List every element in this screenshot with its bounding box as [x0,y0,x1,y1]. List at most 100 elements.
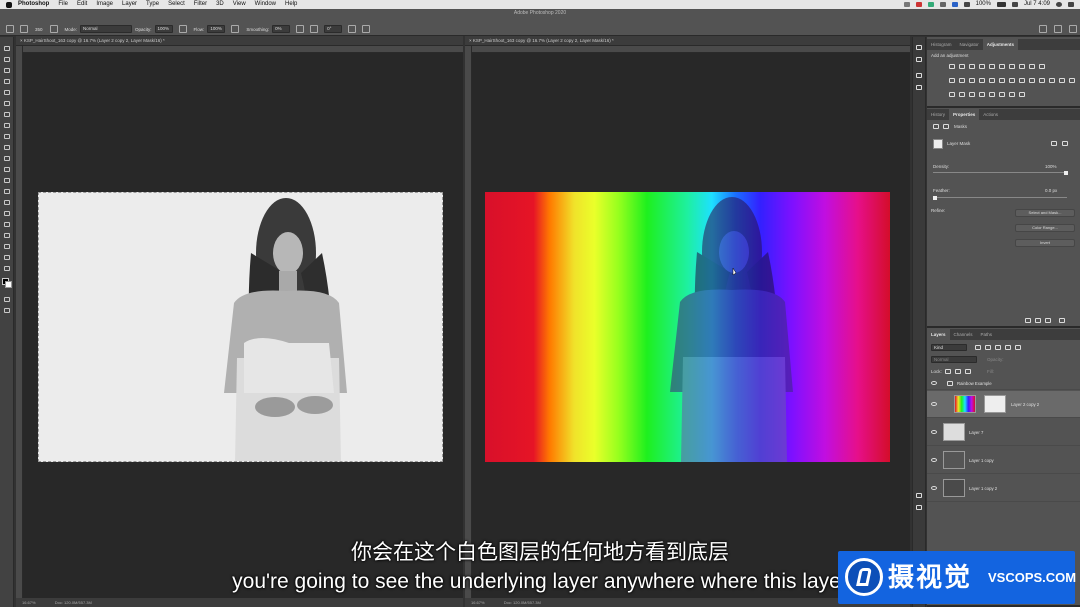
menu-view[interactable]: View [233,0,246,9]
stamp-tool-icon[interactable] [3,133,11,140]
density-slider-thumb[interactable] [1064,171,1068,175]
move-tool-icon[interactable] [3,45,11,52]
select-pixel-mask-icon[interactable] [1051,141,1057,146]
flow-field[interactable]: 100% [207,25,226,33]
dodge-tool-icon[interactable] [3,188,11,195]
menu-window[interactable]: Window [255,0,276,9]
adjustment-icon[interactable] [969,92,975,97]
menu-layer[interactable]: Layer [122,0,137,9]
crop-tool-icon[interactable] [3,89,11,96]
tab-properties[interactable]: Properties [949,109,980,120]
menu-file[interactable]: File [58,0,68,9]
adjustment-icon[interactable] [999,64,1005,69]
panel-icon[interactable] [916,493,922,498]
document-tab-right[interactable]: × KSP_HairShoot_163 copy @ 16.7% (Layer … [465,36,910,46]
panel-icon[interactable] [916,73,922,78]
invert-button[interactable]: Invert [1015,239,1075,247]
apply-mask-icon[interactable] [1035,318,1041,323]
brush-settings-icon[interactable] [49,25,58,33]
folder-icon[interactable] [947,381,953,386]
control-center-icon[interactable] [1068,2,1074,7]
adjustment-icon[interactable] [969,64,975,69]
menu-image[interactable]: Image [96,0,113,9]
adjustment-icon[interactable] [1009,78,1015,83]
path-select-tool-icon[interactable] [3,221,11,228]
close-icon[interactable]: × [20,38,23,43]
adjustment-icon[interactable] [949,64,955,69]
brush-tool-icon[interactable] [20,25,28,33]
vector-mask-icon[interactable] [943,124,949,129]
adjustment-icon[interactable] [1019,78,1025,83]
layer-row-selected[interactable]: Layer 2 copy 2 [927,391,1080,418]
lock-all-icon[interactable] [965,369,971,374]
adjustment-icon[interactable] [1049,78,1055,83]
adjustment-icon[interactable] [979,78,985,83]
visibility-eye-icon[interactable] [931,486,937,490]
adjustment-icon[interactable] [959,78,965,83]
shape-tool-icon[interactable] [3,232,11,239]
search-icon[interactable] [1039,25,1047,33]
adjustment-icon[interactable] [1019,64,1025,69]
adjustment-icon[interactable] [969,78,975,83]
visibility-eye-icon[interactable] [931,381,937,385]
menu-edit[interactable]: Edit [77,0,87,9]
blend-mode-select[interactable]: Normal [931,356,977,363]
pressure-size-icon[interactable] [348,25,357,33]
filter-smart-icon[interactable] [1015,345,1021,350]
hand-tool-icon[interactable] [3,243,11,250]
pressure-opacity-icon[interactable] [178,25,187,33]
tab-channels[interactable]: Channels [950,329,977,340]
eraser-tool-icon[interactable] [3,155,11,162]
share-icon[interactable] [1069,25,1077,33]
adjustment-icon[interactable] [999,92,1005,97]
brush-tool-icon[interactable] [3,122,11,129]
adjustment-icon[interactable] [979,92,985,97]
smoothing-gear-icon[interactable] [296,25,305,33]
close-icon[interactable]: × [469,38,472,43]
adjustment-icon[interactable] [989,64,995,69]
status-icon[interactable] [915,2,922,7]
adjustment-icon[interactable] [1039,78,1045,83]
adjustment-icon[interactable] [1029,64,1035,69]
adjustment-icon[interactable] [989,92,995,97]
layer-thumbnail[interactable] [954,395,976,413]
layer-row[interactable]: Layer 7 [927,419,1080,446]
zoom-readout[interactable]: 16.67% [22,600,36,605]
layer-row[interactable]: Layer 1 copy [927,447,1080,474]
more-tools-icon[interactable] [3,265,11,272]
angle-icon[interactable] [310,25,319,33]
home-icon[interactable] [6,25,14,33]
filter-shape-icon[interactable] [1005,345,1011,350]
menu-3d[interactable]: 3D [216,0,224,9]
status-icon[interactable] [939,2,946,7]
blur-tool-icon[interactable] [3,177,11,184]
filter-adjust-icon[interactable] [985,345,991,350]
tab-navigator[interactable]: Navigator [956,39,983,50]
adjustment-icon[interactable] [1039,64,1045,69]
document-tab-left[interactable]: × KSP_HairShoot_163 copy @ 16.7% (Layer … [16,36,463,46]
pixel-mask-icon[interactable] [933,124,939,129]
menu-select[interactable]: Select [168,0,185,9]
load-selection-icon[interactable] [1025,318,1031,323]
adjustment-icon[interactable] [1009,64,1015,69]
status-icon[interactable] [903,2,910,7]
density-value[interactable]: 100% [1045,164,1057,169]
filter-type-icon[interactable] [995,345,1001,350]
tab-layers[interactable]: Layers [927,329,950,340]
zoom-tool-icon[interactable] [3,254,11,261]
workspace-icon[interactable] [1054,25,1062,33]
adjustment-icon[interactable] [1059,78,1065,83]
adjustment-icon[interactable] [949,92,955,97]
canvas-image-left[interactable] [38,192,443,462]
adjustment-icon[interactable] [979,64,985,69]
visibility-eye-icon[interactable] [931,402,937,406]
visibility-eye-icon[interactable] [931,458,937,462]
select-and-mask-button[interactable]: Select and Mask... [1015,209,1075,217]
layer-mask-thumbnail[interactable] [984,395,1006,413]
visibility-eye-icon[interactable] [931,430,937,434]
gradient-tool-icon[interactable] [3,166,11,173]
screen-mode-icon[interactable] [3,307,11,314]
status-icon[interactable] [927,2,934,7]
layer-thumbnail[interactable] [943,451,965,469]
menu-type[interactable]: Type [146,0,159,9]
